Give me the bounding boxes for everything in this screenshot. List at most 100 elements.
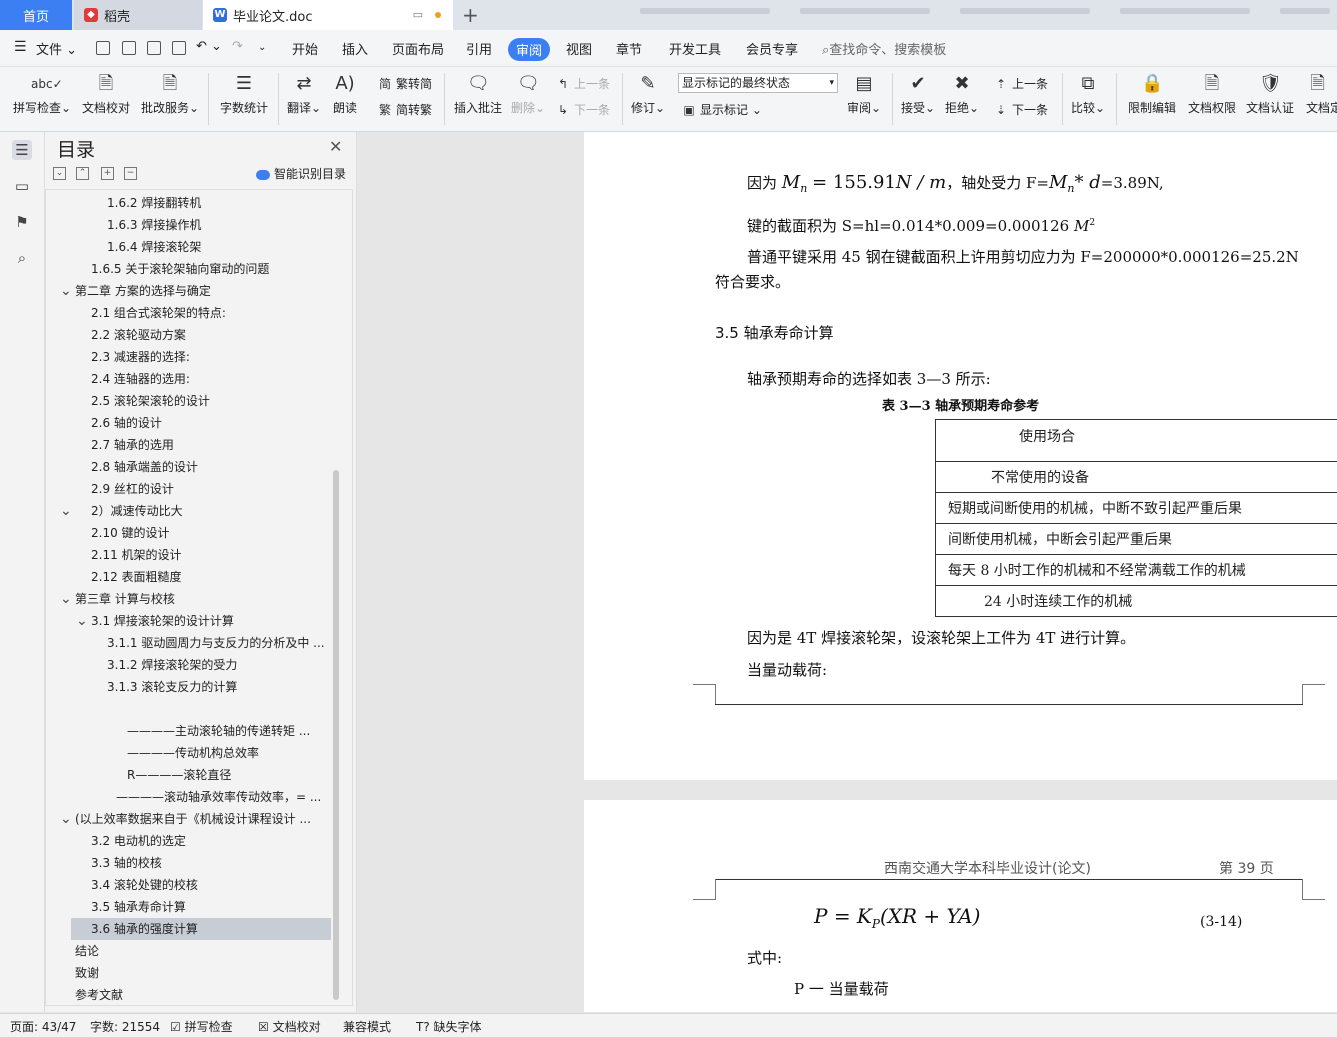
toc-item[interactable]: 1.6.5 关于滚轮架轴向窜动的问题	[46, 258, 336, 280]
markup-state-select[interactable]: 显示标记的最终状态▾	[678, 73, 838, 93]
status-spell-check[interactable]: ☑ 拼写检查	[170, 1018, 233, 1035]
close-icon[interactable]: ✕	[329, 137, 342, 156]
toc-item[interactable]: 2.9 丝杠的设计	[46, 478, 336, 500]
bookmark-icon[interactable]: ⚑	[12, 212, 32, 232]
menu-insert[interactable]: 插入	[342, 39, 368, 58]
tab-document[interactable]: W 毕业论文.doc ▭	[203, 0, 453, 30]
simp-to-trad-button[interactable]: 繁简转繁	[378, 101, 432, 118]
smart-toc-button[interactable]: 智能识别目录	[256, 165, 346, 182]
compare-button[interactable]: ⧉比较⌄	[1070, 73, 1106, 116]
doc-certify-button[interactable]: 🛡文档认证	[1244, 73, 1296, 116]
toc-item[interactable]: 3.1 焊接滚轮架的设计计算⌄	[46, 610, 336, 632]
remove-level-icon[interactable]: −	[124, 167, 137, 180]
toc-item[interactable]: 第三章 计算与校核⌄	[46, 588, 336, 610]
menu-start[interactable]: 开始	[292, 39, 318, 58]
search-icon[interactable]: ⌕	[12, 248, 32, 268]
toc-item[interactable]: ————主动滚轮轴的传递转矩 ...	[46, 720, 336, 742]
toc-item[interactable]: 3.5 轴承寿命计算	[46, 896, 336, 918]
doc-rights-button[interactable]: 🗎文档权限	[1186, 73, 1238, 116]
hamburger-icon[interactable]: ☰	[14, 39, 27, 55]
missing-font[interactable]: T? 缺失字体	[416, 1018, 482, 1035]
next-change-button[interactable]: ⇣下一条	[994, 101, 1048, 118]
toc-item[interactable]: 1.6.2 焊接翻转机	[46, 192, 336, 214]
toc-item[interactable]: 3.6 轴承的强度计算	[71, 918, 331, 940]
toc-item[interactable]: 2.11 机架的设计	[46, 544, 336, 566]
toc-item[interactable]: 3.1.2 焊接滚轮架的受力	[46, 654, 336, 676]
prev-comment-button[interactable]: ↰上一条	[556, 75, 610, 92]
toc-item[interactable]: 3.4 滚轮处键的校核	[46, 874, 336, 896]
new-tab-button[interactable]: +	[462, 3, 479, 27]
export-icon[interactable]	[122, 41, 136, 55]
trad-to-simp-button[interactable]: 简繁转简	[378, 75, 432, 92]
toc-item[interactable]: 2.8 轴承端盖的设计	[46, 456, 336, 478]
toc-item[interactable]: 1.6.4 焊接滚轮架	[46, 236, 336, 258]
menu-chapter[interactable]: 章节	[616, 39, 642, 58]
word-count-button[interactable]: ☰字数统计	[218, 73, 270, 116]
toc-item[interactable]: (以上效率数据来自于《机械设计课程设计 ...⌄	[46, 808, 336, 830]
print-preview-icon[interactable]	[172, 41, 186, 55]
word-count[interactable]: 字数: 21554	[90, 1018, 160, 1035]
save-icon[interactable]	[96, 41, 110, 55]
toc-item[interactable]: R————滚轮直径	[46, 764, 336, 786]
delete-comment-button[interactable]: 🗨删除⌄	[510, 73, 546, 116]
chevron-down-icon[interactable]: ⌄	[60, 280, 72, 302]
toc-scrollbar[interactable]	[333, 470, 339, 1000]
toc-item[interactable]: 3.2 电动机的选定	[46, 830, 336, 852]
menu-developer[interactable]: 开发工具	[669, 39, 721, 58]
menu-file[interactable]: 文件 ⌄	[36, 39, 77, 58]
review-pane-button[interactable]: ▤审阅⌄	[846, 73, 882, 116]
screen-icon[interactable]: ▭	[413, 8, 423, 21]
toc-item[interactable]: 结论	[46, 940, 336, 962]
chevron-down-icon[interactable]: ⌄	[60, 588, 72, 610]
toc-item[interactable]: 参考文献	[46, 984, 336, 1006]
toc-item[interactable]	[46, 698, 336, 720]
insert-comment-button[interactable]: 🗨插入批注	[452, 73, 504, 116]
menu-view[interactable]: 视图	[566, 39, 592, 58]
toc-item[interactable]: 2.6 轴的设计	[46, 412, 336, 434]
command-search[interactable]: ⌕查找命令、搜索模板	[822, 39, 946, 58]
toc-item[interactable]: 2.2 滚轮驱动方案	[46, 324, 336, 346]
collapse-all-icon[interactable]: ⌄	[53, 167, 66, 180]
toc-item[interactable]: 1.6.3 焊接操作机	[46, 214, 336, 236]
accept-button[interactable]: ✔接受⌄	[900, 73, 936, 116]
toc-item[interactable]: 2.5 滚轮架滚轮的设计	[46, 390, 336, 412]
track-changes-button[interactable]: ✎修订⌄	[630, 73, 666, 116]
toc-item[interactable]: 第二章 方案的选择与确定⌄	[46, 280, 336, 302]
tab-daoke[interactable]: ◆ 稻壳	[74, 0, 202, 30]
chevron-down-icon[interactable]: ⌄	[60, 500, 72, 522]
undo-icon[interactable]: ↶ ⌄	[196, 39, 222, 54]
toc-item[interactable]: 2.1 组合式滚轮架的特点:	[46, 302, 336, 324]
toc-panel-icon[interactable]: ☰	[12, 140, 32, 160]
page-indicator[interactable]: 页面: 43/47	[10, 1018, 76, 1035]
tab-home[interactable]: 首页	[0, 0, 72, 30]
toc-item[interactable]: ————滚动轴承效率传动效率，= ...	[46, 786, 336, 808]
toc-item[interactable]: 3.1.3 滚轮支反力的计算	[46, 676, 336, 698]
read-aloud-button[interactable]: A)朗读	[330, 73, 360, 116]
toc-item[interactable]: 2.7 轴承的选用	[46, 434, 336, 456]
menu-layout[interactable]: 页面布局	[392, 39, 444, 58]
menu-member[interactable]: 会员专享	[746, 39, 798, 58]
reject-button[interactable]: ✖拒绝⌄	[944, 73, 980, 116]
doc-more-button[interactable]: 🗎文档定	[1306, 73, 1337, 116]
expand-up-icon[interactable]: ⌃	[76, 167, 89, 180]
show-markup-button[interactable]: ▣显示标记 ⌄	[682, 101, 762, 118]
toc-item[interactable]: 3.3 轴的校核	[46, 852, 336, 874]
toc-item[interactable]: 致谢	[46, 962, 336, 984]
redo-icon[interactable]: ↷	[232, 39, 243, 54]
status-proof[interactable]: ☒ 文档校对	[258, 1018, 321, 1035]
annotate-service-button[interactable]: 🗎批改服务⌄	[140, 73, 200, 116]
chevron-down-icon[interactable]: ⌄	[60, 808, 72, 830]
translate-button[interactable]: ⇄翻译⌄	[286, 73, 322, 116]
toc-item[interactable]: 2.10 键的设计	[46, 522, 336, 544]
spell-check-button[interactable]: abc✓拼写检查⌄	[12, 73, 72, 116]
toc-item[interactable]: 3.1.1 驱动圆周力与支反力的分析及中 ...	[46, 632, 336, 654]
chapter-nav-icon[interactable]: ▭	[12, 176, 32, 196]
toc-item[interactable]: ————传动机构总效率	[46, 742, 336, 764]
toc-item[interactable]: 2.4 连轴器的选用:	[46, 368, 336, 390]
print-icon[interactable]	[147, 41, 161, 55]
menu-review[interactable]: 审阅	[508, 38, 550, 61]
toc-item[interactable]: 2）减速传动比大⌄	[46, 500, 336, 522]
prev-change-button[interactable]: ⇡上一条	[994, 75, 1048, 92]
more-icon[interactable]: ⌄	[258, 42, 266, 53]
restrict-edit-button[interactable]: 🔒限制编辑	[1126, 73, 1178, 116]
